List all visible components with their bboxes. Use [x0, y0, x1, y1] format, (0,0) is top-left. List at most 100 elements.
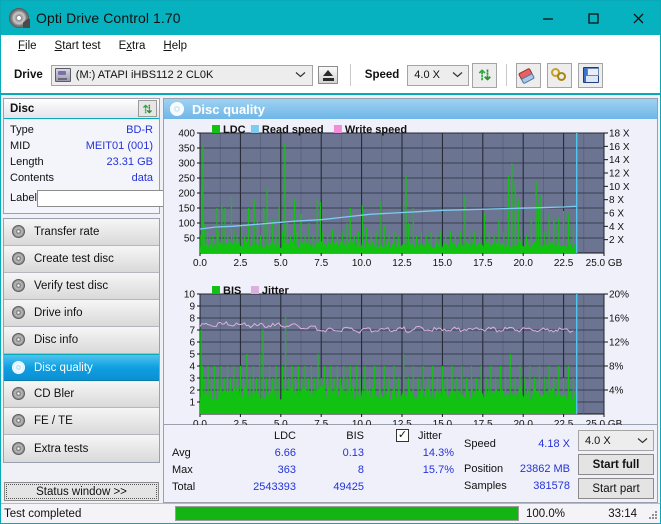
eraser-icon — [518, 65, 539, 84]
disc-mid-label: MID — [10, 140, 31, 152]
start-full-button[interactable]: Start full — [578, 454, 654, 475]
svg-text:10: 10 — [184, 290, 196, 301]
menu-extra-rest: tra — [132, 40, 146, 52]
sidebar-item-create-test-disc[interactable]: Create test disc — [4, 246, 159, 273]
svg-text:12 X: 12 X — [609, 169, 630, 180]
disc-info-panel: Disc ⇡ ⇣ Type BD-R MID MEIT01 (001) Leng… — [3, 98, 239, 214]
disc-icon — [11, 441, 27, 456]
stats-col-bis: BIS — [346, 430, 364, 442]
drive-label: Drive — [14, 69, 43, 81]
svg-text:14 X: 14 X — [609, 155, 630, 166]
disc-icon — [11, 279, 27, 293]
drive-select[interactable]: (M:) ATAPI iHBS112 2 CL0K — [50, 64, 313, 86]
svg-text:20.0: 20.0 — [513, 258, 533, 269]
sidebar-item-fe-te[interactable]: FE / TE — [4, 408, 159, 435]
keys-icon — [550, 67, 569, 83]
menu-item-extra[interactable]: Extra — [110, 38, 155, 54]
jitter-checkbox[interactable]: ✓ — [396, 429, 409, 442]
menu-help-rest: elp — [171, 40, 188, 52]
sidebar-filler — [3, 463, 160, 479]
svg-text:1: 1 — [189, 398, 195, 409]
disc-length-value: 23.31 GB — [106, 156, 153, 168]
status-window-wrap: Status window >> — [3, 479, 160, 503]
svg-text:8: 8 — [189, 314, 195, 325]
svg-text:Read speed: Read speed — [262, 124, 324, 136]
disc-panel-header: Disc ⇡ ⇣ — [4, 99, 159, 119]
disc-row-type: Type BD-R — [10, 122, 155, 138]
progress-bar — [175, 506, 519, 521]
disc-refresh-button[interactable]: ⇡ ⇣ — [138, 100, 157, 117]
disc-quality-header: Disc quality — [164, 99, 657, 119]
clear-button[interactable] — [516, 62, 542, 88]
svg-text:20%: 20% — [609, 290, 629, 301]
sidebar-item-drive-info[interactable]: Drive info — [4, 300, 159, 327]
disc-icon — [11, 306, 27, 320]
svg-text:4%: 4% — [609, 386, 624, 397]
maximize-button[interactable] — [570, 1, 615, 35]
svg-text:0.0: 0.0 — [193, 258, 207, 269]
menu-file-rest: ile — [25, 40, 37, 52]
stats-position-value: 23862 MB — [519, 463, 570, 475]
svg-text:350: 350 — [178, 144, 195, 155]
svg-text:22.5: 22.5 — [554, 258, 574, 269]
settings-button[interactable] — [547, 62, 573, 88]
drive-select-value: (M:) ATAPI iHBS112 2 CL0K — [75, 69, 214, 81]
chevron-down-icon — [293, 70, 309, 80]
disc-length-label: Length — [10, 156, 44, 168]
stats-speed-value: 4.18 X — [538, 438, 570, 450]
eject-button[interactable] — [316, 63, 341, 88]
stats-total-ldc: 2543393 — [253, 481, 296, 493]
svg-text:2.5: 2.5 — [233, 258, 247, 269]
chart-plots: 50 100 150 200 250 300 350 400 2 X 4 X 6 X 8 X 10 X 1… — [164, 119, 657, 429]
resize-grip-icon[interactable] — [647, 509, 657, 519]
menu-bar: File Start test Extra Help — [1, 35, 660, 57]
result-speed-select[interactable]: 4.0 X — [578, 430, 654, 451]
svg-text:10 X: 10 X — [609, 182, 630, 193]
sidebar-item-label: CD Bler — [34, 388, 75, 400]
disc-rows: Type BD-R MID MEIT01 (001) Length 23.31 … — [4, 119, 239, 213]
sidebar-item-verify-test-disc[interactable]: Verify test disc — [4, 273, 159, 300]
status-window-button[interactable]: Status window >> — [4, 482, 159, 501]
toolbar: Drive (M:) ATAPI iHBS112 2 CL0K Speed 4.… — [1, 57, 660, 95]
menu-item-file[interactable]: File — [9, 38, 46, 54]
stats-position-label: Position — [464, 463, 504, 475]
stats-row-max-label: Max — [172, 464, 193, 476]
speed-select[interactable]: 4.0 X — [407, 64, 470, 86]
elapsed-time: 33:14 — [608, 507, 637, 520]
sidebar-item-disc-info[interactable]: Disc info — [4, 327, 159, 354]
progress-percent: 100.0% — [526, 507, 566, 520]
page-title: Disc quality — [192, 101, 265, 117]
disc-type-label: Type — [10, 124, 34, 136]
svg-text:16 X: 16 X — [609, 142, 630, 153]
svg-text:8%: 8% — [609, 362, 624, 373]
menu-item-help[interactable]: Help — [154, 38, 196, 54]
disc-icon — [11, 225, 27, 239]
svg-text:2: 2 — [189, 386, 195, 397]
menu-item-start-test[interactable]: Start test — [46, 38, 110, 54]
svg-text:4 X: 4 X — [609, 222, 624, 233]
stats-row-total-label: Total — [172, 481, 196, 493]
stats-avg-jitter: 14.3% — [422, 447, 454, 459]
disc-row-contents: Contents data — [10, 170, 155, 186]
minimize-button[interactable] — [525, 1, 570, 35]
stats-max-ldc: 363 — [277, 464, 296, 476]
save-button[interactable] — [578, 62, 604, 88]
sidebar-item-cd-bler[interactable]: CD Bler — [4, 381, 159, 408]
close-button[interactable] — [615, 1, 660, 35]
start-part-button[interactable]: Start part — [578, 478, 654, 499]
status-bar: Test completed 100.0% 33:14 — [1, 503, 660, 523]
stats-samples-value: 381578 — [533, 480, 570, 492]
stats-avg-bis: 0.13 — [342, 447, 364, 459]
refresh-drive-button[interactable]: ⇡ ⇣ — [472, 62, 498, 88]
sidebar-item-extra-tests[interactable]: Extra tests — [4, 435, 159, 462]
stats-speed-label: Speed — [464, 438, 496, 450]
svg-text:5: 5 — [189, 350, 195, 361]
svg-text:200: 200 — [178, 189, 195, 200]
svg-text:17.5: 17.5 — [473, 258, 493, 269]
floppy-save-icon — [582, 67, 599, 83]
svg-text:8 X: 8 X — [609, 195, 624, 206]
svg-text:400: 400 — [178, 129, 195, 140]
disc-icon — [11, 252, 27, 266]
sidebar-item-transfer-rate[interactable]: Transfer rate — [4, 219, 159, 246]
sidebar-item-disc-quality[interactable]: Disc quality — [4, 354, 159, 381]
